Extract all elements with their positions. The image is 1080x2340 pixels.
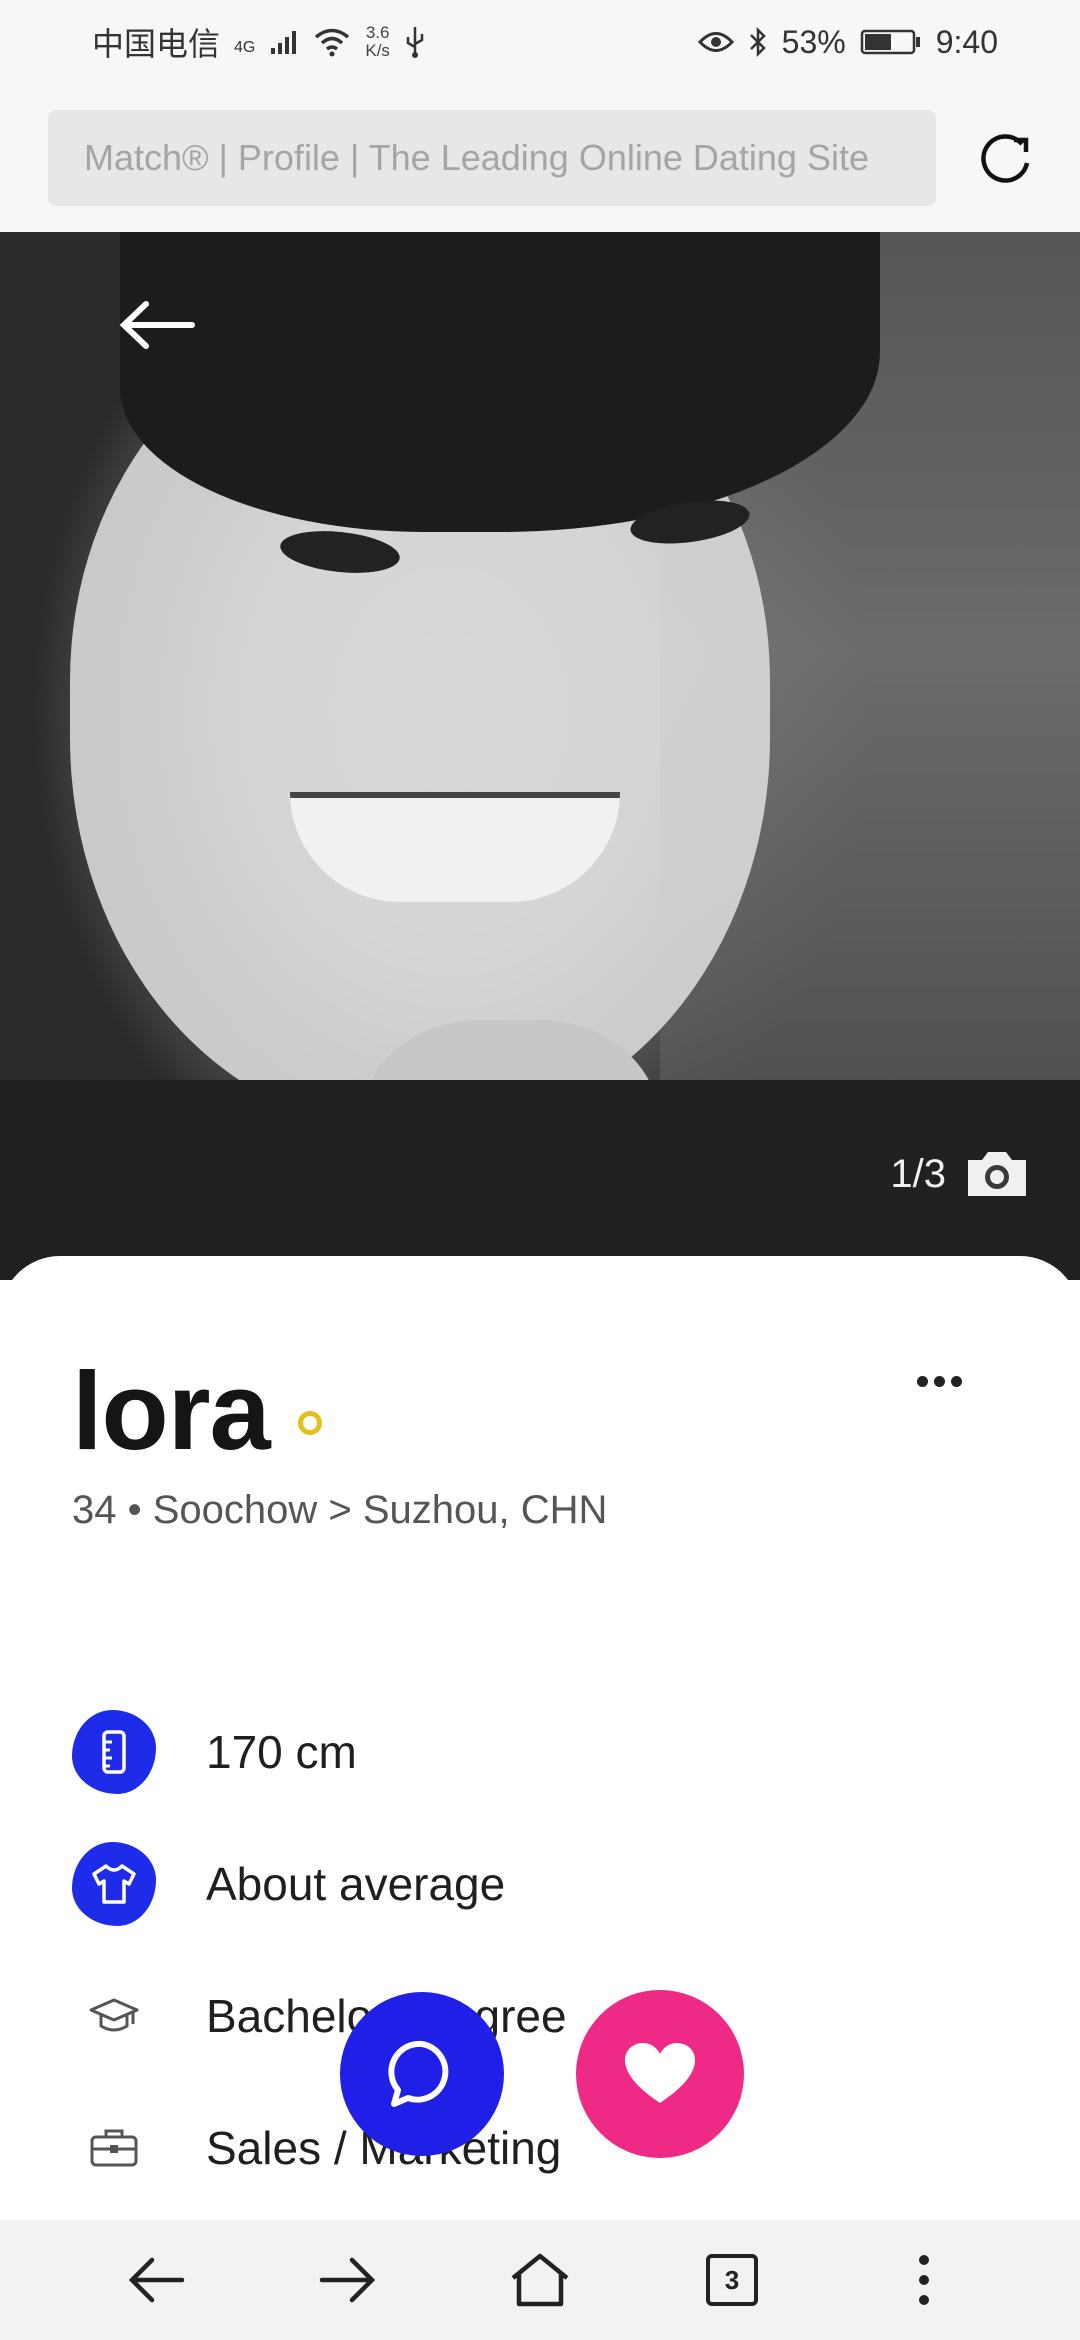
status-bar: 中国电信 4G 3.6 K/s 53% 9:40 xyxy=(0,0,1080,84)
message-button[interactable] xyxy=(340,1992,504,2156)
briefcase-icon xyxy=(72,2106,156,2190)
chat-bubble-icon xyxy=(388,2040,449,2107)
browser-nav-bar: 3 xyxy=(0,2220,1080,2340)
wifi-icon xyxy=(315,28,350,57)
home-icon xyxy=(511,2253,569,2307)
network-speed: 3.6 K/s xyxy=(365,24,390,60)
status-bar-right: 53% 9:40 xyxy=(697,23,998,61)
eye-icon xyxy=(697,32,734,52)
back-arrow-icon[interactable] xyxy=(118,300,196,350)
tabs-count: 3 xyxy=(706,2254,758,2306)
photo-counter[interactable]: 1/3 xyxy=(890,1148,1030,1200)
nav-tabs-button[interactable]: 3 xyxy=(692,2240,772,2320)
name-row: lora xyxy=(72,1348,322,1475)
battery-icon xyxy=(860,29,920,55)
camera-icon xyxy=(968,1152,1026,1196)
detail-education: Bachelors degree xyxy=(72,1950,1022,2082)
like-button[interactable] xyxy=(576,1990,744,2158)
online-status-icon xyxy=(297,1410,322,1435)
profile-name: lora xyxy=(72,1350,271,1473)
nav-menu-button[interactable] xyxy=(884,2240,964,2320)
status-bar-left: 中国电信 4G 3.6 K/s xyxy=(92,19,426,65)
profile-photo[interactable] xyxy=(0,232,1080,1280)
detail-height: 170 cm xyxy=(72,1686,1022,1818)
detail-occupation: Sales / Marketing xyxy=(72,2082,1022,2214)
shirt-icon xyxy=(72,1842,156,1926)
profile-details: 170 cm About average Bachelors degree Sa… xyxy=(72,1686,1022,2214)
signal-icon xyxy=(271,31,297,54)
more-options-icon[interactable] xyxy=(917,1376,962,1387)
refresh-icon[interactable] xyxy=(976,130,1034,188)
nav-home-button[interactable] xyxy=(500,2240,580,2320)
arrow-right-icon xyxy=(319,2257,376,2303)
arrow-left-icon xyxy=(128,2257,185,2303)
detail-text: About average xyxy=(206,1858,506,1910)
carrier-name: 中国电信 xyxy=(92,26,221,62)
profile-card: lora 34 • Soochow > Suzhou, CHN 170 cm A… xyxy=(0,1256,1080,2216)
address-bar[interactable]: Match® | Profile | The Leading Online Da… xyxy=(48,110,936,206)
browser-toolbar: Match® | Profile | The Leading Online Da… xyxy=(0,84,1080,232)
heart-icon xyxy=(625,2043,695,2103)
bluetooth-icon xyxy=(749,26,766,58)
ruler-icon xyxy=(72,1710,156,1794)
graduation-cap-icon xyxy=(72,1974,156,2058)
network-type: 4G xyxy=(234,39,256,56)
nav-back-button[interactable] xyxy=(116,2240,196,2320)
kebab-menu-icon xyxy=(919,2255,929,2305)
page-title-in-address-bar: Match® | Profile | The Leading Online Da… xyxy=(84,137,869,178)
profile-subtitle: 34 • Soochow > Suzhou, CHN xyxy=(72,1488,608,1532)
battery-percent: 53% xyxy=(781,23,846,60)
usb-icon xyxy=(406,27,424,58)
clock: 9:40 xyxy=(935,23,998,60)
detail-body-type: About average xyxy=(72,1818,1022,1950)
detail-text: 170 cm xyxy=(206,1726,357,1778)
nav-forward-button[interactable] xyxy=(308,2240,388,2320)
network-speed-value: 3.6 xyxy=(365,23,390,42)
photo-counter-text: 1/3 xyxy=(890,1151,946,1196)
network-speed-unit: K/s xyxy=(365,41,390,60)
